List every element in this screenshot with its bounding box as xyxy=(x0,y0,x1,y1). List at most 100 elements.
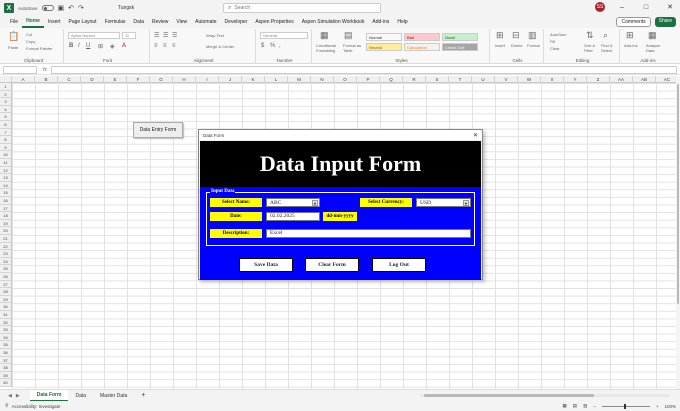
font-size-select[interactable]: 11 xyxy=(122,32,136,39)
find-select-button[interactable]: Find & Select xyxy=(601,43,619,53)
style-check-cell[interactable]: Check Cell xyxy=(442,43,478,51)
row-header[interactable]: 25 xyxy=(0,265,12,273)
tab-aspen-simulation-workbook[interactable]: Aspen Simulation Workbook xyxy=(298,16,369,28)
tab-file[interactable]: File xyxy=(6,16,22,28)
zoom-out-icon[interactable]: – xyxy=(593,404,596,409)
tab-review[interactable]: Review xyxy=(148,16,172,28)
chevron-down-icon[interactable]: ▼ xyxy=(312,200,318,206)
row-header[interactable]: 4 xyxy=(0,105,12,114)
row-header[interactable]: 30 xyxy=(0,303,12,311)
row-header[interactable]: 31 xyxy=(0,311,12,319)
share-button[interactable]: Share xyxy=(654,17,676,27)
row-header[interactable]: 3 xyxy=(0,98,12,106)
dialog-titlebar[interactable]: Data Form ✕ xyxy=(199,130,482,140)
column-header[interactable]: B xyxy=(35,76,58,83)
row-header[interactable]: 34 xyxy=(0,333,12,342)
fill-button[interactable]: Fill xyxy=(550,39,555,44)
paste-button[interactable]: Paste xyxy=(8,45,18,50)
row-header[interactable]: 35 xyxy=(0,341,12,349)
align-center-icon[interactable]: ≡ xyxy=(163,43,167,49)
column-header[interactable]: F xyxy=(127,76,150,83)
font-name-select[interactable]: Aptos Narrow xyxy=(68,32,120,39)
column-header[interactable]: M xyxy=(288,76,311,83)
avatar[interactable]: SS xyxy=(595,2,605,12)
row-header[interactable]: 27 xyxy=(0,280,12,289)
wrap-text-button[interactable]: Wrap Text xyxy=(206,33,224,38)
page-break-view-icon[interactable]: ▥ xyxy=(583,403,587,409)
search-box[interactable]: ⌕ xyxy=(223,3,381,13)
paste-icon[interactable]: 📋 xyxy=(8,31,19,42)
format-painter-button[interactable]: Format Painter xyxy=(26,46,52,51)
insert-cells-button[interactable]: Insert xyxy=(495,43,505,48)
sort-filter-icon[interactable]: ⇅ xyxy=(586,30,594,41)
delete-cells-button[interactable]: Delete xyxy=(511,43,523,48)
conditional-formatting-button[interactable]: Conditional Formatting xyxy=(316,43,340,53)
find-select-icon[interactable]: ⌕ xyxy=(603,30,608,41)
tab-add-ins[interactable]: Add-ins xyxy=(368,16,393,28)
insert-cells-icon[interactable]: ⊞ xyxy=(496,30,504,41)
redo-icon[interactable]: ↷ xyxy=(78,4,84,12)
tab-help[interactable]: Help xyxy=(393,16,411,28)
column-header[interactable]: AC xyxy=(656,76,676,83)
row-header[interactable]: 28 xyxy=(0,288,12,296)
tab-insert[interactable]: Insert xyxy=(44,16,65,28)
column-header[interactable]: G xyxy=(150,76,173,83)
addins-button[interactable]: Add-ins xyxy=(624,43,638,48)
tab-home[interactable]: Home xyxy=(22,16,44,28)
row-header[interactable]: 8 xyxy=(0,136,12,144)
description-input[interactable]: Excel xyxy=(266,229,471,238)
fx-icon[interactable]: fx xyxy=(43,67,47,73)
align-middle-icon[interactable]: ☰ xyxy=(163,32,168,39)
format-cells-button[interactable]: Format xyxy=(527,43,540,48)
row-header[interactable]: 40 xyxy=(0,379,12,387)
sort-filter-button[interactable]: Sort & Filter xyxy=(584,43,600,53)
tab-prev-icon[interactable]: ◀ xyxy=(8,393,12,399)
column-header[interactable]: Y xyxy=(564,76,587,83)
underline-icon[interactable]: U xyxy=(86,43,90,49)
cut-button[interactable]: Cut xyxy=(26,32,32,37)
zoom-level[interactable]: 100% xyxy=(664,404,676,409)
row-header[interactable]: 17 xyxy=(0,204,12,213)
clear-form-button[interactable]: Clear Form xyxy=(305,258,359,272)
style-neutral[interactable]: Neutral xyxy=(366,43,402,51)
row-header[interactable]: 5 xyxy=(0,113,12,121)
vertical-scrollbar-thumb[interactable] xyxy=(677,84,679,304)
column-header[interactable]: N xyxy=(311,76,334,83)
sheet-tab-data[interactable]: Data xyxy=(68,390,93,402)
column-header[interactable]: L xyxy=(265,76,288,83)
column-header[interactable]: T xyxy=(449,76,472,83)
style-normal[interactable]: Normal xyxy=(366,33,402,41)
tab-next-icon[interactable]: ▶ xyxy=(16,393,20,399)
accessibility-status[interactable]: Accessibility: Investigate xyxy=(12,404,61,409)
fill-color-icon[interactable]: ◈ xyxy=(110,43,115,50)
save-icon[interactable]: ▣ xyxy=(58,4,65,12)
sheet-tab-master-data[interactable]: Master Data xyxy=(93,390,134,402)
merge-center-button[interactable]: Merge & Center xyxy=(206,44,234,49)
column-header[interactable]: AB xyxy=(633,76,656,83)
percent-icon[interactable]: % xyxy=(270,43,275,49)
minimize-icon[interactable]: – xyxy=(615,4,629,11)
analyze-data-button[interactable]: Analyze Data xyxy=(646,43,668,53)
column-header[interactable]: J xyxy=(219,76,242,83)
row-header[interactable]: 21 xyxy=(0,235,12,243)
tab-developer[interactable]: Developer xyxy=(221,16,252,28)
row-header[interactable]: 10 xyxy=(0,151,12,159)
row-header[interactable]: 15 xyxy=(0,189,12,197)
row-header[interactable]: 37 xyxy=(0,356,12,365)
save-data-button[interactable]: Save Data xyxy=(239,258,293,272)
column-header[interactable]: Z xyxy=(587,76,610,83)
tab-automate[interactable]: Automate xyxy=(191,16,220,28)
row-header[interactable]: 18 xyxy=(0,212,12,220)
document-title[interactable]: Tungsk xyxy=(118,5,134,11)
column-header[interactable]: E xyxy=(104,76,127,83)
delete-cells-icon[interactable]: ⊟ xyxy=(512,30,520,41)
tab-aspen-properties[interactable]: Aspen Properties xyxy=(251,16,297,28)
borders-icon[interactable]: ⊞ xyxy=(98,43,103,50)
zoom-slider[interactable] xyxy=(601,403,650,409)
style-calculation[interactable]: Calculation xyxy=(404,43,440,51)
autosave-toggle[interactable] xyxy=(41,5,54,11)
tab-formulas[interactable]: Formulas xyxy=(101,16,130,28)
analyze-data-icon[interactable]: ▦ xyxy=(648,30,657,41)
chevron-down-icon[interactable]: ▼ xyxy=(463,200,469,206)
row-header[interactable]: 19 xyxy=(0,219,12,228)
